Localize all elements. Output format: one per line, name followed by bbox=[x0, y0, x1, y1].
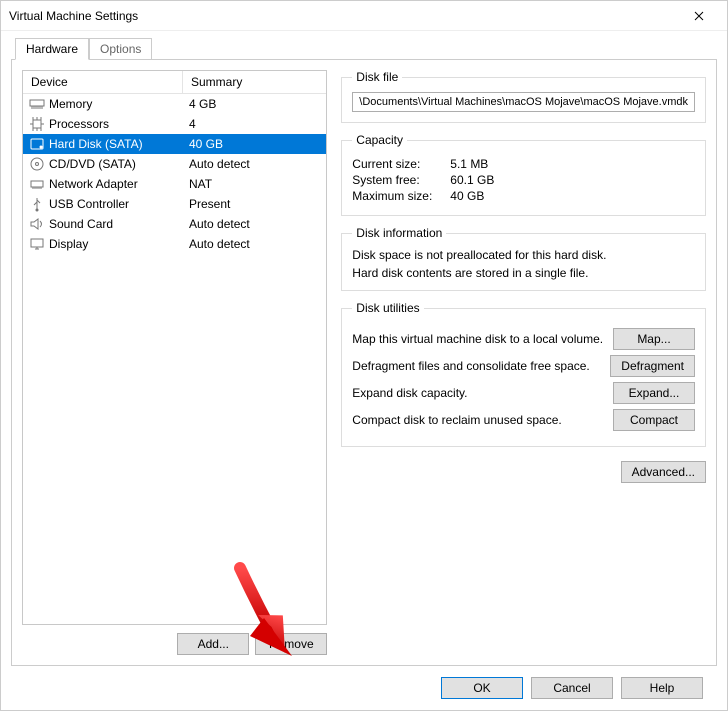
device-name: Processors bbox=[49, 117, 109, 131]
left-column: Device Summary Memory4 GBProcessors4Hard… bbox=[22, 70, 327, 655]
advanced-row: Advanced... bbox=[341, 461, 706, 483]
map-text: Map this virtual machine disk to a local… bbox=[352, 332, 605, 346]
tab-options[interactable]: Options bbox=[89, 38, 152, 60]
device-buttons: Add... Remove bbox=[22, 633, 327, 655]
max-size-value: 40 GB bbox=[450, 189, 484, 203]
device-name: Display bbox=[49, 237, 88, 251]
right-column: Disk file \Documents\Virtual Machines\ma… bbox=[341, 70, 706, 655]
device-summary: Auto detect bbox=[183, 154, 326, 174]
expand-text: Expand disk capacity. bbox=[352, 386, 605, 400]
disk-info-group: Disk information Disk space is not preal… bbox=[341, 226, 706, 291]
table-row[interactable]: Display Auto detect bbox=[23, 234, 326, 254]
device-summary: NAT bbox=[183, 174, 326, 194]
device-summary: 4 bbox=[183, 114, 326, 134]
disk-file-legend: Disk file bbox=[352, 70, 402, 84]
device-name: Memory bbox=[49, 97, 92, 111]
disk-info-legend: Disk information bbox=[352, 226, 446, 240]
tab-body: Device Summary Memory4 GBProcessors4Hard… bbox=[11, 59, 717, 666]
disk-utilities-group: Disk utilities Map this virtual machine … bbox=[341, 301, 706, 447]
remove-button[interactable]: Remove bbox=[255, 633, 327, 655]
table-row[interactable]: USB Controller Present bbox=[23, 194, 326, 214]
memory-icon bbox=[29, 96, 45, 112]
disk-icon bbox=[29, 136, 45, 152]
device-summary: Auto detect bbox=[183, 214, 326, 234]
cd-icon bbox=[29, 156, 45, 172]
disk-info-line2: Hard disk contents are stored in a singl… bbox=[352, 266, 695, 280]
dialog-footer: OK Cancel Help bbox=[11, 666, 717, 710]
system-free-label: System free: bbox=[352, 173, 444, 187]
map-button[interactable]: Map... bbox=[613, 328, 695, 350]
defrag-text: Defragment files and consolidate free sp… bbox=[352, 359, 602, 373]
device-name: CD/DVD (SATA) bbox=[49, 157, 136, 171]
device-name: Hard Disk (SATA) bbox=[49, 137, 143, 151]
window-title: Virtual Machine Settings bbox=[9, 9, 679, 23]
help-button[interactable]: Help bbox=[621, 677, 703, 699]
sound-icon bbox=[29, 216, 45, 232]
disk-info-line1: Disk space is not preallocated for this … bbox=[352, 248, 695, 262]
capacity-group: Capacity Current size: 5.1 MB System free… bbox=[341, 133, 706, 216]
expand-button[interactable]: Expand... bbox=[613, 382, 695, 404]
compact-text: Compact disk to reclaim unused space. bbox=[352, 413, 605, 427]
max-size-label: Maximum size: bbox=[352, 189, 444, 203]
table-row[interactable]: CD/DVD (SATA) Auto detect bbox=[23, 154, 326, 174]
tab-bar: Hardware Options bbox=[11, 37, 717, 59]
settings-window: Virtual Machine Settings Hardware Option… bbox=[0, 0, 728, 711]
disk-file-group: Disk file \Documents\Virtual Machines\ma… bbox=[341, 70, 706, 123]
device-table-header: Device Summary bbox=[23, 71, 326, 94]
table-row[interactable]: Sound Card Auto detect bbox=[23, 214, 326, 234]
col-device-header[interactable]: Device bbox=[23, 71, 183, 93]
content: Hardware Options Device Summary Memory 4 … bbox=[1, 31, 727, 710]
disk-utilities-legend: Disk utilities bbox=[352, 301, 423, 315]
tab-hardware[interactable]: Hardware bbox=[15, 38, 89, 60]
capacity-legend: Capacity bbox=[352, 133, 407, 147]
device-name: Sound Card bbox=[49, 217, 113, 231]
device-summary: 4 GB bbox=[183, 94, 326, 114]
add-button[interactable]: Add... bbox=[177, 633, 249, 655]
display-icon bbox=[29, 236, 45, 252]
ok-button[interactable]: OK bbox=[441, 677, 523, 699]
table-row[interactable]: Network Adapter NAT bbox=[23, 174, 326, 194]
cancel-button[interactable]: Cancel bbox=[531, 677, 613, 699]
system-free-value: 60.1 GB bbox=[450, 173, 494, 187]
table-row[interactable]: Memory 4 GB bbox=[23, 94, 326, 114]
nic-icon bbox=[29, 176, 45, 192]
advanced-button[interactable]: Advanced... bbox=[621, 461, 706, 483]
col-summary-header[interactable]: Summary bbox=[183, 71, 326, 93]
device-summary: Present bbox=[183, 194, 326, 214]
device-summary: Auto detect bbox=[183, 234, 326, 254]
usb-icon bbox=[29, 196, 45, 212]
current-size-value: 5.1 MB bbox=[450, 157, 488, 171]
defragment-button[interactable]: Defragment bbox=[610, 355, 695, 377]
device-table: Device Summary Memory4 GBProcessors4Hard… bbox=[22, 70, 327, 625]
close-button[interactable] bbox=[679, 1, 719, 31]
device-name: USB Controller bbox=[49, 197, 129, 211]
compact-button[interactable]: Compact bbox=[613, 409, 695, 431]
cpu-icon bbox=[29, 116, 45, 132]
table-row[interactable]: Processors 4 bbox=[23, 114, 326, 134]
device-name: Network Adapter bbox=[49, 177, 138, 191]
titlebar: Virtual Machine Settings bbox=[1, 1, 727, 31]
device-summary: 40 GB bbox=[183, 134, 326, 154]
current-size-label: Current size: bbox=[352, 157, 444, 171]
table-row[interactable]: Hard Disk (SATA) 40 GB bbox=[23, 134, 326, 154]
disk-file-path[interactable]: \Documents\Virtual Machines\macOS Mojave… bbox=[352, 92, 695, 112]
